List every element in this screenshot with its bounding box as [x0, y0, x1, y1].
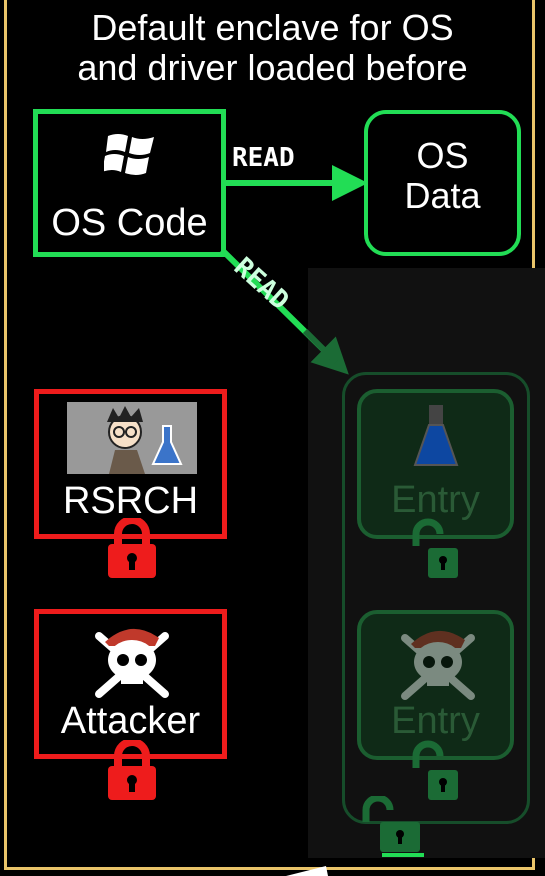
entry-1-unlock-icon: [412, 518, 458, 578]
rsrch-label: RSRCH: [62, 480, 199, 522]
enclave-base-bar: [382, 853, 424, 857]
flask-icon: [413, 405, 459, 466]
enclave-entry-1-label: Entry: [391, 479, 480, 521]
pirate-skull-icon: [401, 630, 475, 700]
pointer-tip: [286, 866, 328, 876]
rsrch-lock-icon: [108, 518, 156, 578]
pirate-skull-icon: [95, 628, 169, 698]
read-label-data: READ: [232, 143, 295, 173]
enclave-entry-2: Entry: [357, 610, 514, 760]
attacker-label: Attacker: [60, 700, 201, 742]
attacker-lock-icon: [108, 740, 156, 800]
enclave-entry-1: Entry: [357, 389, 514, 539]
attacker-box: Attacker: [34, 609, 227, 759]
enclave-unlock-icon: [362, 796, 420, 852]
researcher-icon: [67, 402, 197, 474]
entry-2-unlock-icon: [412, 740, 458, 800]
enclave-entry-2-label: Entry: [391, 700, 480, 742]
rsrch-box: RSRCH: [34, 389, 227, 539]
